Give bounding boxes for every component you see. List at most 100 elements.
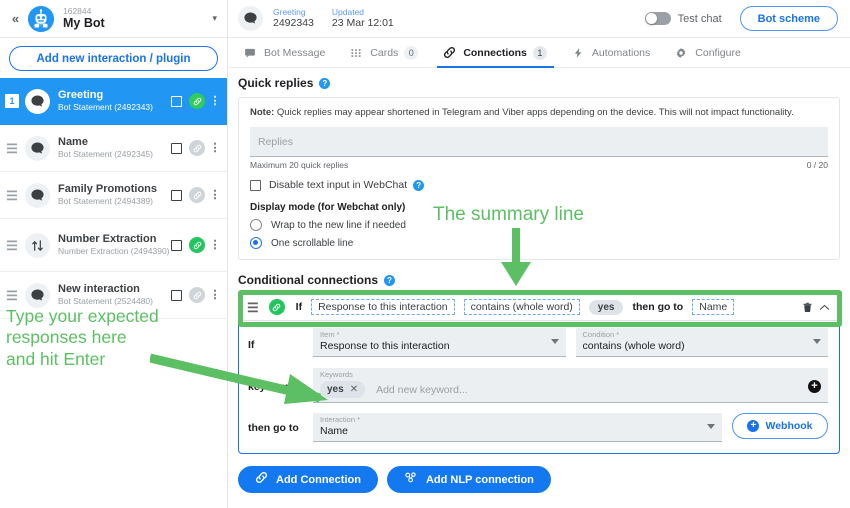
list-item-menu-icon[interactable]: ⋮ xyxy=(209,189,221,201)
keywords-input[interactable]: Keywords yes ✕ Add new keyword... + xyxy=(313,368,828,404)
tab-cards[interactable]: Cards 0 xyxy=(344,38,431,67)
keywords-chip-line: yes ✕ Add new keyword... xyxy=(320,381,821,399)
item-index-badge: 1 xyxy=(5,94,19,108)
bot-avatar xyxy=(28,5,54,32)
collapse-sidebar-icon[interactable]: « xyxy=(6,11,24,26)
list-item-checkbox[interactable] xyxy=(171,239,182,251)
list-item-menu-icon[interactable]: ⋮ xyxy=(209,239,221,251)
list-item-checkbox[interactable] xyxy=(171,95,182,107)
help-icon[interactable]: ? xyxy=(413,179,425,191)
tab-label: Bot Message xyxy=(264,46,326,59)
detail-keywords-fields: Keywords yes ✕ Add new keyword... + xyxy=(313,359,828,404)
list-item-family-promotions[interactable]: ☰ Family Promotions Bot Statement (24943… xyxy=(0,172,227,219)
keywords-field-label: Keywords xyxy=(320,370,353,380)
tab-bar: Bot Message Cards 0 Connections 1 Automa… xyxy=(228,38,850,68)
list-item-name[interactable]: ☰ Name Bot Statement (2492345) ⋮ xyxy=(0,125,227,172)
radio-label: Wrap to the new line if needed xyxy=(271,219,406,231)
drag-handle-icon[interactable]: ☰ xyxy=(5,239,19,252)
item-select[interactable]: Item * Response to this interaction xyxy=(313,328,566,358)
list-item-checkbox[interactable] xyxy=(171,289,182,301)
replies-input[interactable]: Replies xyxy=(250,127,828,158)
detail-target-row: then go to Interaction * Name + Webhook xyxy=(248,413,828,443)
condition-select[interactable]: Condition * contains (whole word) xyxy=(575,328,828,358)
replies-placeholder: Replies xyxy=(258,135,294,148)
list-item-menu-icon[interactable]: ⋮ xyxy=(209,95,221,107)
chevron-down-icon[interactable]: ▾ xyxy=(212,13,217,24)
help-icon[interactable]: ? xyxy=(384,274,395,286)
list-item-text: Greeting Bot Statement (2492343) xyxy=(58,89,171,112)
tab-configure[interactable]: Configure xyxy=(669,38,754,67)
list-item-checkbox[interactable] xyxy=(171,189,182,201)
radio-wrap-new-line[interactable]: Wrap to the new line if needed xyxy=(250,219,828,232)
list-item-text: Number Extraction Number Extraction (249… xyxy=(58,233,171,256)
list-item-number-extraction[interactable]: ☰ Number Extraction Number Extraction (2… xyxy=(0,219,227,272)
connection-summary-row[interactable]: ☰ If Response to this interaction contai… xyxy=(239,294,839,322)
interaction-list: 1 Greeting Bot Statement (2492343) ⋮ ☰ N… xyxy=(0,78,227,319)
drag-handle-icon[interactable]: ☰ xyxy=(247,301,259,314)
drag-handle-icon[interactable]: ☰ xyxy=(5,142,19,155)
list-item-subtitle: Bot Statement (2492343) xyxy=(58,101,153,112)
summary-then-label: then go to xyxy=(632,301,684,314)
drag-handle-icon[interactable]: ☰ xyxy=(5,189,19,202)
replies-field-footer: Maximum 20 quick replies 0 / 20 xyxy=(250,160,828,170)
interaction-name-label: Greeting xyxy=(273,6,306,17)
link-icon xyxy=(441,46,457,59)
add-new-interaction-button[interactable]: Add new interaction / plugin xyxy=(9,46,218,71)
tab-connections[interactable]: Connections 1 xyxy=(437,38,560,68)
list-item-title: Name xyxy=(58,136,88,149)
radio-button[interactable] xyxy=(250,219,262,232)
tab-label: Configure xyxy=(695,46,741,59)
add-interaction-wrap: Add new interaction / plugin xyxy=(0,38,227,78)
list-item-new-interaction[interactable]: ☰ New interaction Bot Statement (2524480… xyxy=(0,272,227,319)
detail-target-fields: Interaction * Name + Webhook xyxy=(313,413,828,443)
radio-one-scrollable-line[interactable]: One scrollable line xyxy=(250,237,828,250)
radio-button[interactable] xyxy=(250,237,262,250)
list-item-checkbox[interactable] xyxy=(171,142,182,154)
chevron-up-icon[interactable] xyxy=(819,303,830,312)
disable-text-input-checkbox[interactable] xyxy=(250,179,261,191)
add-connection-button[interactable]: Add Connection xyxy=(238,466,378,494)
bot-meta: 162844 My Bot xyxy=(63,7,212,30)
link-icon[interactable] xyxy=(189,140,205,156)
summary-condition-chip[interactable]: contains (whole word) xyxy=(463,299,580,316)
list-item-text: New interaction Bot Statement (2524480) xyxy=(58,283,171,306)
updated-value: 23 Mar 12:01 xyxy=(331,16,394,29)
note-prefix: Note: xyxy=(250,107,275,118)
interaction-select-value: Name xyxy=(320,425,349,438)
drag-handle-icon[interactable]: ☰ xyxy=(5,289,19,302)
keyword-chip[interactable]: yes ✕ xyxy=(320,381,366,399)
trash-icon[interactable] xyxy=(802,301,813,314)
conditional-connections-heading: Conditional connections ? xyxy=(238,273,840,287)
list-item-greeting[interactable]: 1 Greeting Bot Statement (2492343) ⋮ xyxy=(0,78,227,125)
tab-bot-message[interactable]: Bot Message xyxy=(238,38,338,67)
help-icon[interactable]: ? xyxy=(319,77,331,89)
summary-target-chip[interactable]: Name xyxy=(692,299,735,316)
grid-dots-icon xyxy=(348,47,364,59)
test-chat-toggle[interactable] xyxy=(644,12,671,25)
list-item-menu-icon[interactable]: ⋮ xyxy=(209,289,221,301)
summary-item-chip[interactable]: Response to this interaction xyxy=(311,299,455,316)
bottom-buttons: Add Connection Add NLP connection xyxy=(238,466,840,494)
top-bar: Greeting 2492343 Updated 23 Mar 12:01 Te… xyxy=(228,0,850,38)
item-select-value: Response to this interaction xyxy=(320,340,450,353)
disable-text-input-row: Disable text input in WebChat ? xyxy=(250,179,828,191)
detail-if-fields: Item * Response to this interaction Cond… xyxy=(313,328,828,358)
interaction-select[interactable]: Interaction * Name xyxy=(313,413,722,443)
link-icon[interactable] xyxy=(189,287,205,303)
chat-bubble-icon xyxy=(238,6,263,31)
app-root: « 162844 My Bot ▾ Add new interaction / … xyxy=(0,0,850,508)
bot-header: « 162844 My Bot ▾ xyxy=(0,0,227,38)
link-icon[interactable] xyxy=(189,237,205,253)
updated-field: Updated 23 Mar 12:01 xyxy=(331,7,394,30)
summary-keyword-chip: yes xyxy=(588,299,624,315)
bot-scheme-button[interactable]: Bot scheme xyxy=(739,6,838,31)
link-icon[interactable] xyxy=(189,93,205,109)
list-item-menu-icon[interactable]: ⋮ xyxy=(209,142,221,154)
tab-automations[interactable]: Automations xyxy=(566,38,663,67)
list-item-title: New interaction xyxy=(58,283,140,296)
link-icon[interactable] xyxy=(189,187,205,203)
add-nlp-connection-button[interactable]: Add NLP connection xyxy=(386,466,551,494)
webhook-button[interactable]: + Webhook xyxy=(732,413,828,440)
item-select-label: Item * xyxy=(320,330,340,340)
close-icon[interactable]: ✕ xyxy=(350,384,358,395)
